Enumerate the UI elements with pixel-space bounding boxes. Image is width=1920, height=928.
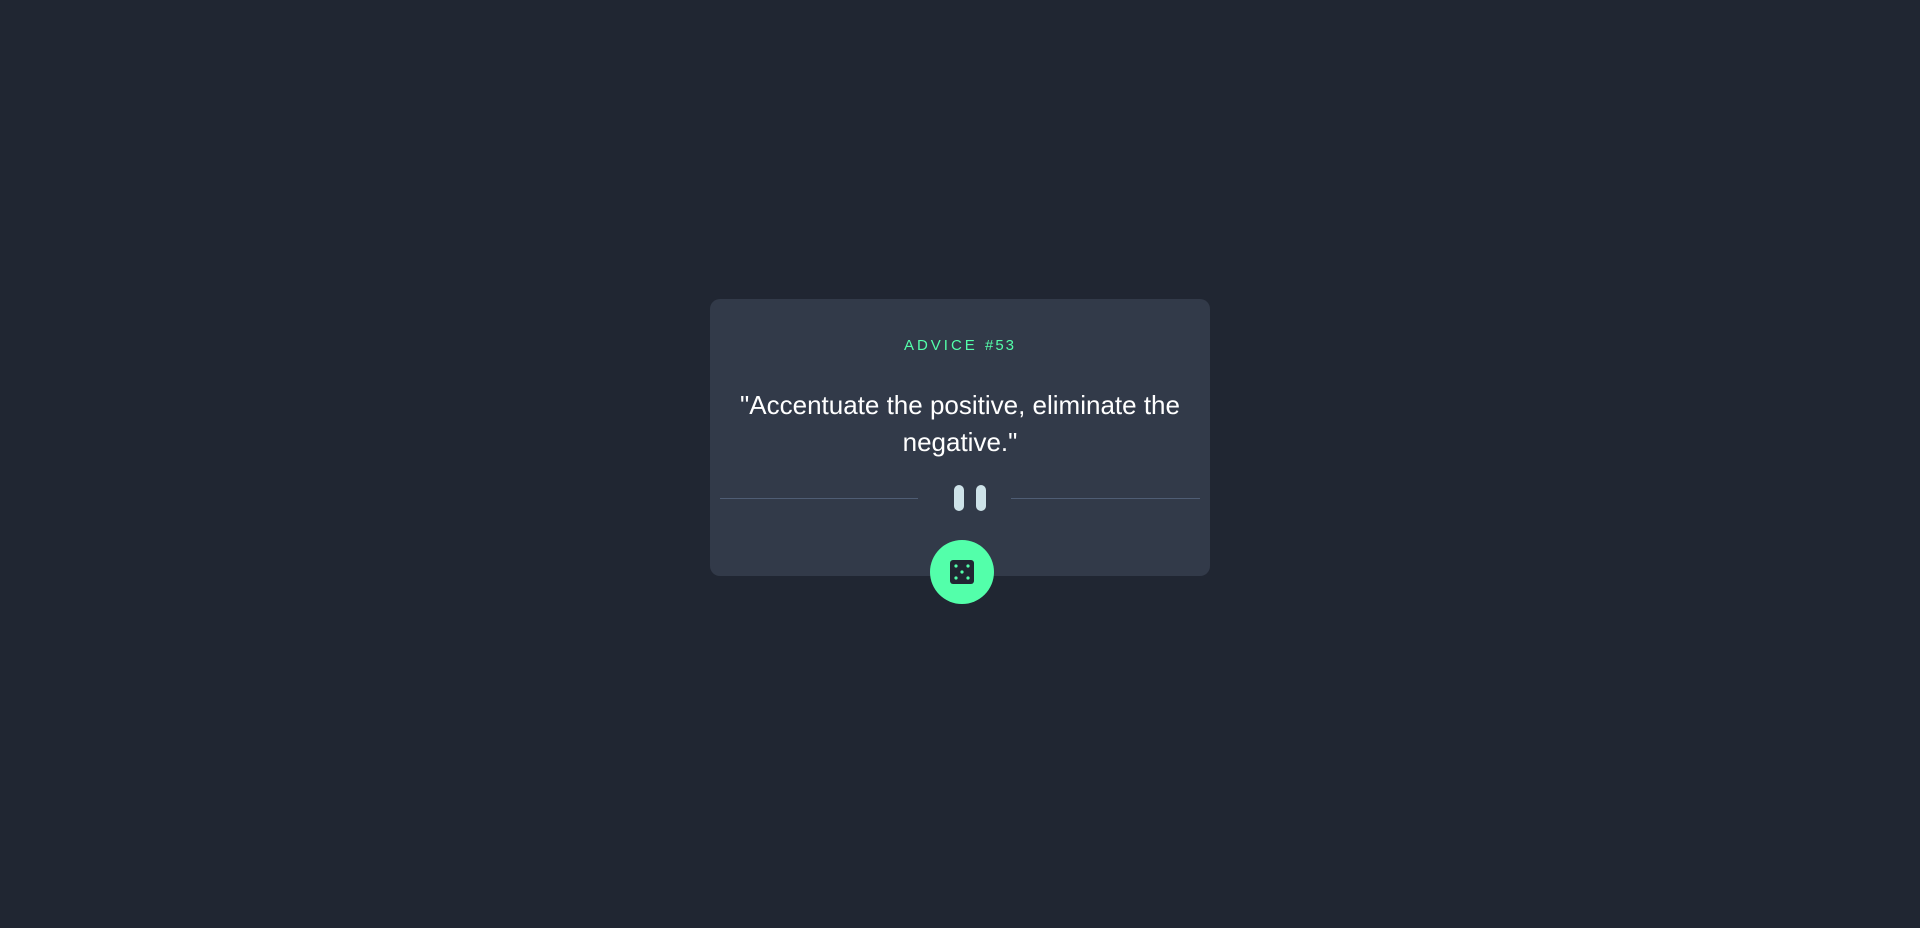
dice-icon (950, 560, 974, 584)
new-advice-button[interactable] (930, 540, 994, 604)
advice-label-text: ADVICE (903, 337, 978, 354)
advice-heading: ADVICE #53 (710, 337, 1210, 354)
pattern-divider (720, 485, 1200, 511)
divider-line-left (720, 498, 918, 499)
advice-quote: "Accentuate the positive, eliminate the … (740, 390, 1180, 457)
pause-icon (954, 485, 964, 511)
advice-card: ADVICE #53 "Accentuate the positive, eli… (710, 299, 1210, 576)
advice-number: #53 (985, 337, 1017, 354)
divider-line-right (1011, 498, 1200, 499)
pause-icon-bar (976, 485, 986, 511)
